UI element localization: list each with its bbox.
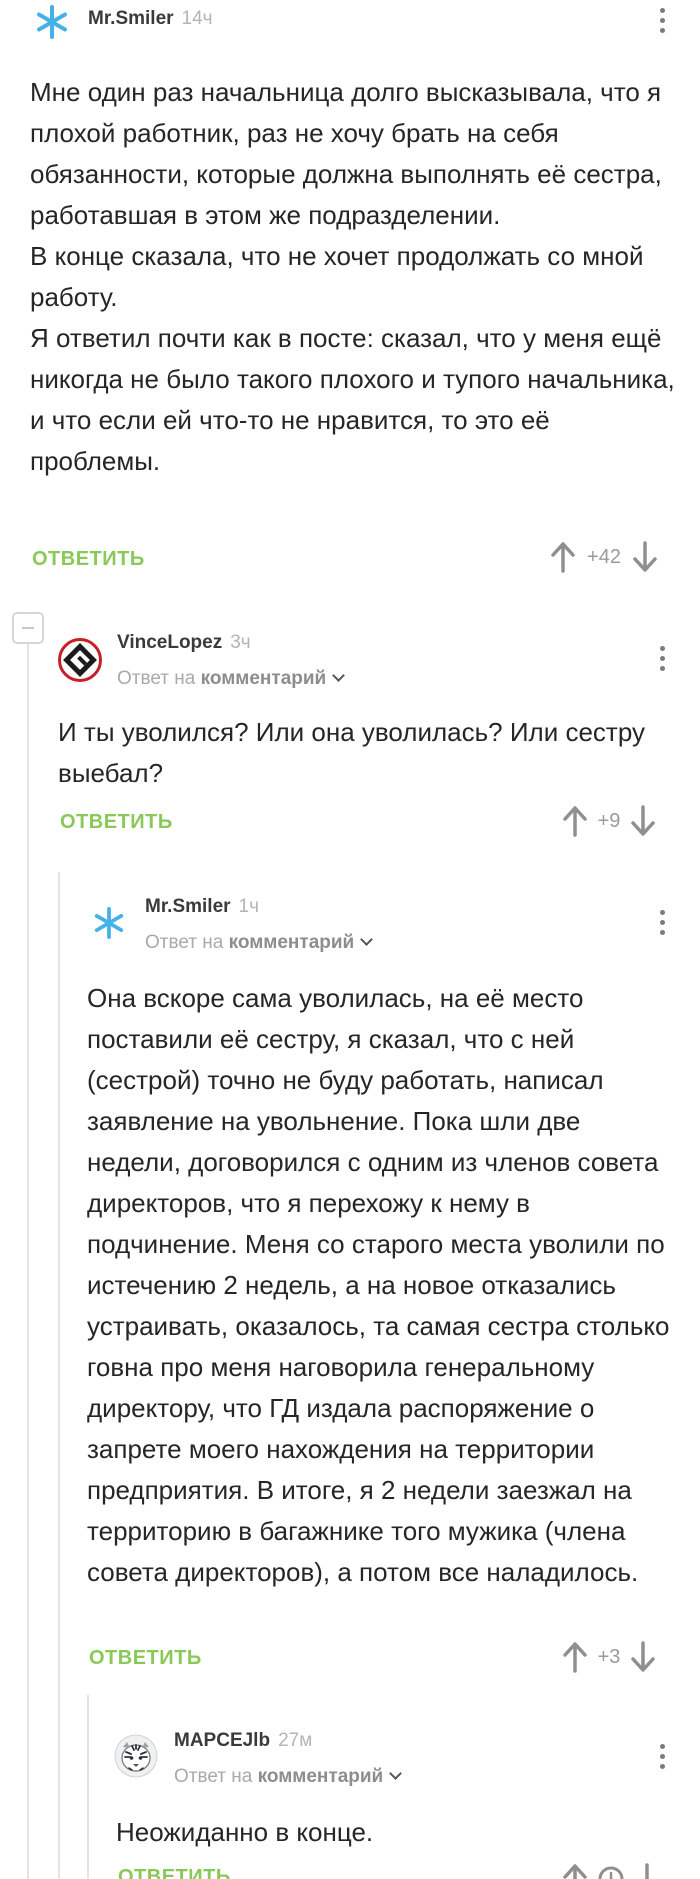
reply-to-prefix: Ответ на [117, 668, 196, 689]
username[interactable]: MAPCEJlb [174, 1730, 270, 1752]
reply-to-prefix: Ответ на [174, 1766, 253, 1787]
rating-score: +42 [587, 545, 621, 568]
upvote-arrow-icon[interactable] [560, 1640, 590, 1674]
clock-icon [598, 1866, 624, 1879]
vote-controls: +42 [548, 540, 660, 574]
comment-text: Она вскоре сама уволилась, на её место п… [87, 978, 677, 1593]
reply-to-prefix: Ответ на [145, 932, 224, 953]
vote-controls [560, 1862, 662, 1879]
comment-text: Мне один раз начальница долго высказывал… [30, 72, 675, 482]
comment-paragraph: Я ответил почти как в посте: сказал, что… [30, 323, 675, 476]
reply-to-link[interactable]: Ответ на комментарий [145, 932, 374, 954]
timestamp: 14ч [181, 8, 213, 29]
thread-line [27, 640, 29, 1879]
timestamp: 1ч [238, 896, 260, 917]
username[interactable]: Mr.Smiler [88, 8, 174, 30]
comment-header: Mr.Smiler 14ч [88, 8, 213, 30]
g-logo-icon [58, 638, 102, 682]
comment-paragraph: Неожиданно в конце. [116, 1817, 374, 1847]
rating-score: +3 [597, 1645, 621, 1668]
comment-paragraph: Мне один раз начальница долго высказывал… [30, 77, 662, 230]
more-menu-icon[interactable] [652, 910, 672, 935]
comment-header: Mr.Smiler 1ч [145, 896, 259, 918]
upvote-arrow-icon[interactable] [560, 804, 590, 838]
reply-to-target[interactable]: комментарий [201, 668, 327, 689]
tiger-icon [114, 1734, 158, 1778]
reply-to-target[interactable]: комментарий [229, 932, 355, 953]
timestamp: 3ч [230, 632, 251, 653]
timestamp: 27м [278, 1730, 313, 1751]
more-menu-icon[interactable] [652, 1744, 672, 1769]
chevron-down-icon[interactable] [332, 669, 346, 682]
reply-button[interactable]: ОТВЕТИТЬ [32, 548, 145, 571]
more-menu-icon[interactable] [652, 8, 672, 33]
vote-controls: +3 [560, 1640, 658, 1674]
snowflake-icon [37, 5, 67, 39]
reply-to-link[interactable]: Ответ на комментарий [174, 1766, 403, 1788]
chevron-down-icon[interactable] [389, 1767, 403, 1780]
comment-text: Неожиданно в конце. [116, 1812, 676, 1853]
reply-button[interactable]: ОТВЕТИТЬ [60, 811, 173, 834]
upvote-arrow-icon[interactable] [560, 1862, 590, 1879]
username[interactable]: VinceLopez [117, 632, 222, 654]
comment-header: MAPCEJlb 27м [174, 1730, 312, 1752]
reply-button[interactable]: ОТВЕТИТЬ [89, 1647, 202, 1670]
downvote-arrow-icon[interactable] [628, 804, 658, 838]
reply-to-link[interactable]: Ответ на комментарий [117, 668, 346, 690]
vote-controls: +9 [560, 804, 658, 838]
rating-score: +9 [597, 809, 621, 832]
thread-line [58, 872, 60, 1879]
collapse-thread-button[interactable] [12, 612, 44, 644]
thread-line [87, 1695, 89, 1879]
upvote-arrow-icon[interactable] [548, 540, 578, 574]
comment-header: VinceLopez 3ч [117, 632, 251, 654]
chevron-down-icon[interactable] [360, 933, 374, 946]
snowflake-icon [94, 906, 124, 940]
reply-button[interactable]: ОТВЕТИТЬ [118, 1866, 231, 1879]
downvote-arrow-icon[interactable] [632, 1862, 662, 1879]
downvote-arrow-icon[interactable] [630, 540, 660, 574]
downvote-arrow-icon[interactable] [628, 1640, 658, 1674]
more-menu-icon[interactable] [652, 646, 672, 671]
comment-text: И ты уволился? Или она уволилась? Или се… [58, 712, 658, 794]
username[interactable]: Mr.Smiler [145, 896, 231, 918]
reply-to-target[interactable]: комментарий [258, 1766, 384, 1787]
comment-paragraph: В конце сказала, что не хочет продолжать… [30, 241, 644, 312]
comment-paragraph: Она вскоре сама уволилась, на её место п… [87, 983, 670, 1587]
comment-paragraph: И ты уволился? Или она уволилась? Или се… [58, 717, 645, 788]
